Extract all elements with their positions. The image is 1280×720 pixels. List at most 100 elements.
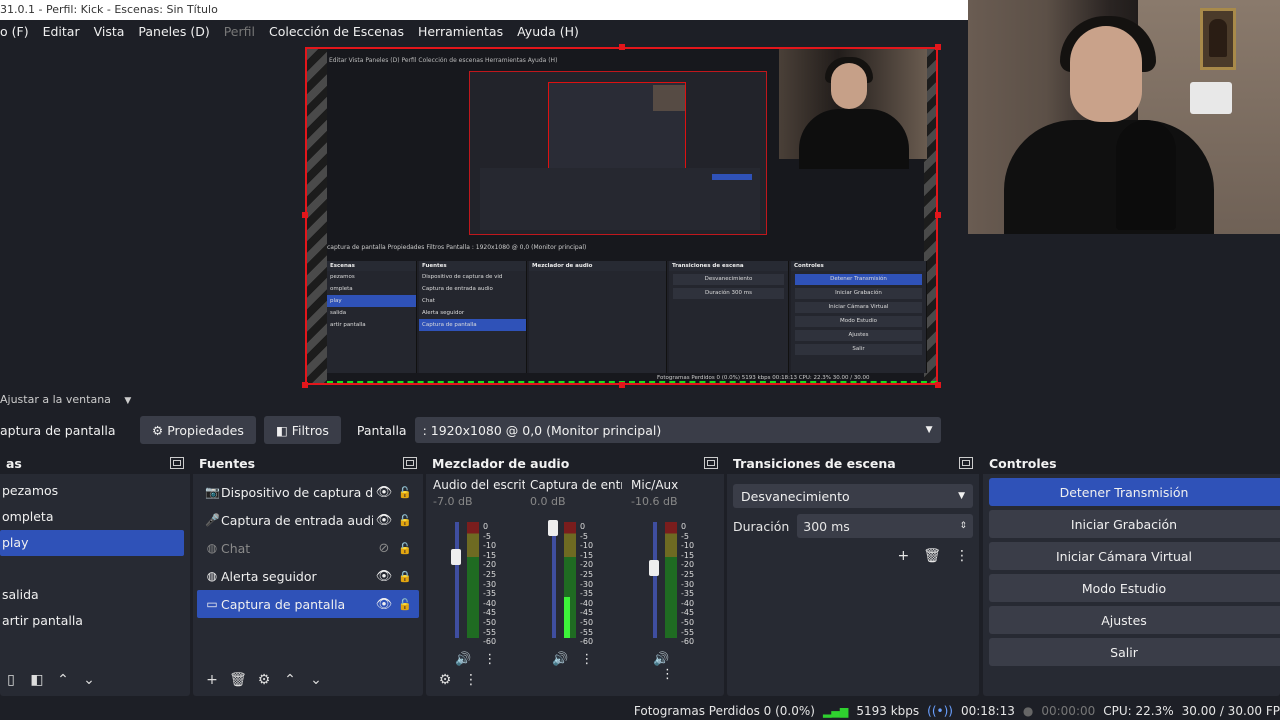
menu-profile[interactable]: Perfil — [224, 24, 255, 39]
camera-icon: 📷 — [205, 485, 220, 499]
start-virtual-camera-button[interactable]: Iniciar Cámara Virtual — [989, 542, 1280, 570]
studio-mode-button[interactable]: Modo Estudio — [989, 574, 1280, 602]
advanced-audio-icon[interactable]: ⚙ — [434, 670, 456, 690]
resize-handle[interactable] — [935, 44, 941, 50]
resize-handle[interactable] — [619, 44, 625, 50]
channel-db: -7.0 dB — [433, 495, 473, 508]
menu-view[interactable]: Vista — [94, 24, 125, 39]
properties-button[interactable]: ⚙ Propiedades — [140, 416, 256, 444]
trash-icon[interactable]: 🗑 — [227, 670, 249, 690]
unlock-icon[interactable]: 🔓 — [395, 514, 415, 527]
scene-list: pezamos ompleta play salida artir pantal… — [0, 478, 190, 634]
float-dock-icon[interactable] — [959, 457, 973, 469]
display-select[interactable]: : 1920x1080 @ 0,0 (Monitor principal) ▼ — [414, 417, 941, 443]
speaker-icon[interactable]: 🔊 — [653, 652, 669, 667]
menu-docks[interactable]: Paneles (D) — [138, 24, 209, 39]
more-icon[interactable]: ⋮ — [661, 667, 674, 682]
lock-icon[interactable]: 🔒 — [395, 570, 415, 583]
properties-label: Propiedades — [167, 422, 244, 438]
preview-canvas[interactable]: Editar Vista Paneles (D) Perfil Colecció… — [305, 47, 938, 385]
fader-knob[interactable] — [548, 519, 558, 536]
add-source-icon[interactable]: + — [201, 670, 223, 690]
filter-icon[interactable]: ◧ — [26, 670, 48, 690]
duration-input[interactable]: 300 ms ⇕ — [797, 514, 973, 538]
unlock-icon[interactable]: 🔓 — [395, 542, 415, 555]
scene-item[interactable] — [0, 556, 190, 582]
scene-item[interactable]: artir pantalla — [0, 608, 190, 634]
settings-button[interactable]: Ajustes — [989, 606, 1280, 634]
inner-docks: Escenas pezamos ompleta play salida artir pa… — [327, 261, 927, 373]
trash-icon[interactable]: 🗑 — [923, 548, 941, 564]
level-meter — [564, 522, 576, 638]
volume-fader[interactable] — [552, 522, 556, 638]
start-recording-button[interactable]: Iniciar Grabación — [989, 510, 1280, 538]
move-down-icon[interactable]: ⌄ — [305, 670, 327, 690]
more-icon[interactable]: ⋮ — [460, 670, 482, 690]
menu-tools[interactable]: Herramientas — [418, 24, 503, 39]
volume-fader[interactable] — [455, 522, 459, 638]
transition-select[interactable]: Desvanecimiento ▼ — [733, 484, 973, 508]
spin-arrows-icon[interactable]: ⇕ — [959, 521, 967, 531]
add-transition-icon[interactable]: + — [897, 548, 909, 564]
source-item[interactable]: 🎤 Captura de entrada audio 👁 🔓 — [197, 506, 419, 534]
record-icon: ● — [1022, 704, 1034, 718]
menu-edit[interactable]: Editar — [43, 24, 80, 39]
source-item[interactable]: 📷 Dispositivo de captura de vid 👁 🔓 — [197, 478, 419, 506]
filters-label: Filtros — [291, 422, 329, 438]
gear-icon[interactable]: ⚙ — [253, 670, 275, 690]
source-toolbar: aptura de pantalla ⚙ Propiedades ◧ Filtr… — [0, 410, 1280, 450]
eye-icon[interactable]: 👁 — [373, 597, 395, 612]
move-up-icon[interactable]: ⌃ — [279, 670, 301, 690]
eye-hidden-icon[interactable]: ⊘ — [373, 541, 395, 556]
gear-icon: ⚙ — [152, 422, 164, 438]
source-item[interactable]: ◍ Alerta seguidor 👁 🔒 — [197, 562, 419, 590]
more-icon[interactable]: ⋮ — [483, 652, 496, 667]
fader-knob[interactable] — [649, 560, 659, 577]
stop-streaming-button[interactable]: Detener Transmisión — [989, 478, 1280, 506]
scene-item[interactable]: salida — [0, 582, 190, 608]
menu-help[interactable]: Ayuda (H) — [517, 24, 579, 39]
resize-handle[interactable] — [619, 382, 625, 388]
scene-item[interactable]: pezamos — [0, 478, 190, 504]
volume-fader[interactable] — [653, 522, 657, 638]
float-dock-icon[interactable] — [704, 457, 718, 469]
resize-handle[interactable] — [935, 382, 941, 388]
remove-scene-icon[interactable]: ▯ — [0, 670, 22, 690]
resize-handle[interactable] — [302, 212, 308, 218]
cpu-usage: CPU: 22.3% — [1103, 704, 1174, 718]
exit-button[interactable]: Salir — [989, 638, 1280, 666]
menu-scene-collection[interactable]: Colección de Escenas — [269, 24, 404, 39]
speaker-icon[interactable]: 🔊 — [455, 652, 471, 667]
source-item[interactable]: ◍ Chat ⊘ 🔓 — [197, 534, 419, 562]
bitrate: 5193 kbps — [856, 704, 920, 718]
eye-icon[interactable]: 👁 — [373, 513, 395, 528]
fader-knob[interactable] — [451, 548, 461, 565]
unlock-icon[interactable]: 🔓 — [395, 598, 415, 611]
channel-name: Captura de entra — [530, 478, 622, 492]
eye-icon[interactable]: 👁 — [373, 569, 395, 584]
resize-handle[interactable] — [302, 382, 308, 388]
menu-file[interactable]: o (F) — [0, 24, 29, 39]
level-meter — [467, 522, 479, 638]
transitions-title: Transiciones de escena — [733, 455, 896, 471]
source-item[interactable]: ▭ Captura de pantalla 👁 🔓 — [197, 590, 419, 618]
speaker-icon[interactable]: 🔊 — [552, 652, 568, 667]
eye-icon[interactable]: 👁 — [373, 485, 395, 500]
docks-area: as pezamos ompleta play salida artir pan… — [0, 452, 1280, 700]
move-up-icon[interactable]: ⌃ — [52, 670, 74, 690]
float-dock-icon[interactable] — [403, 457, 417, 469]
move-down-icon[interactable]: ⌄ — [78, 670, 100, 690]
window-title: 31.0.1 - Perfil: Kick - Escenas: Sin Tít… — [0, 0, 968, 20]
preview-scale[interactable]: Ajustar a la ventana ▼ — [0, 390, 1280, 410]
scene-item[interactable]: ompleta — [0, 504, 190, 530]
more-icon[interactable]: ⋮ — [580, 652, 593, 667]
filters-button[interactable]: ◧ Filtros — [263, 416, 341, 444]
more-icon[interactable]: ⋮ — [955, 548, 969, 564]
float-dock-icon[interactable] — [170, 457, 184, 469]
unlock-icon[interactable]: 🔓 — [395, 486, 415, 499]
channel-db: 0.0 dB — [530, 495, 566, 508]
globe-icon: ◍ — [206, 569, 218, 583]
scene-item[interactable]: play — [0, 530, 184, 556]
chevron-down-icon[interactable]: ▼ — [124, 391, 131, 411]
resize-handle[interactable] — [935, 212, 941, 218]
